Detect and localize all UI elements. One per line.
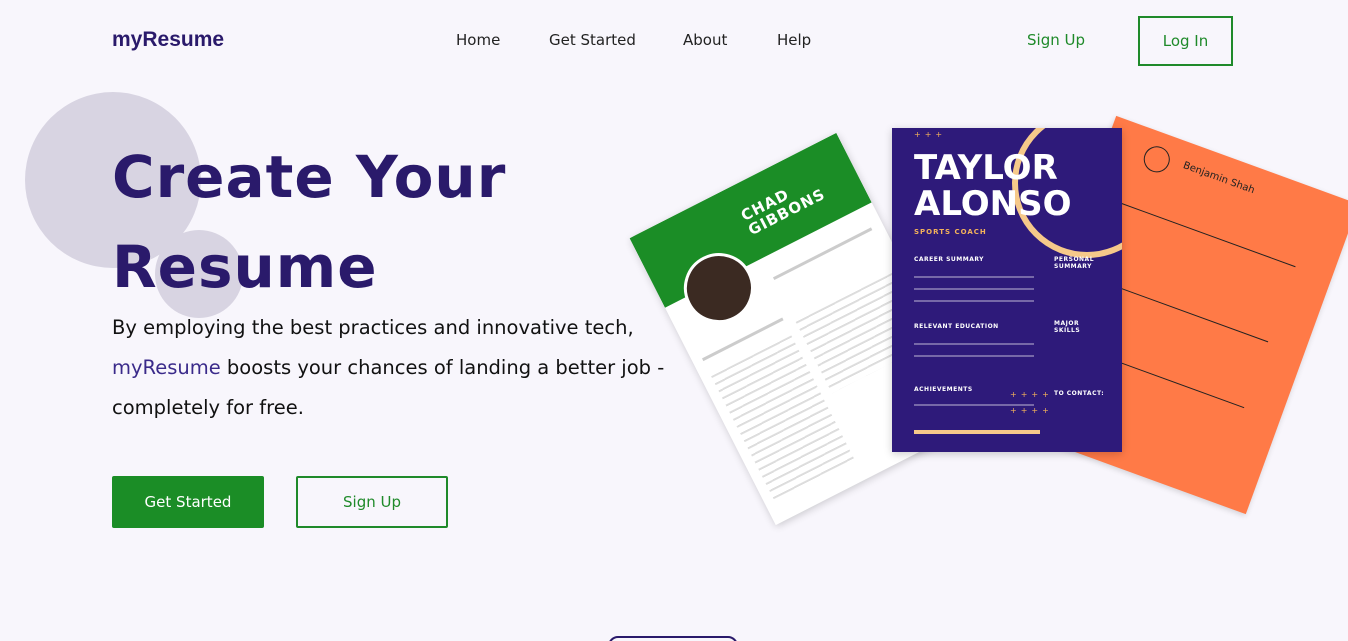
get-started-button[interactable]: Get Started <box>112 476 264 528</box>
dots-decoration: +++ <box>914 130 947 139</box>
divider <box>1116 201 1296 268</box>
purple-name-line1: TAYLOR <box>914 148 1058 188</box>
nav-home-link[interactable]: Home <box>456 31 500 49</box>
hero-desc-before: By employing the best practices and inno… <box>112 316 634 339</box>
top-navigation: myResume Home Get Started About Help Sig… <box>0 0 1348 82</box>
scroll-indicator[interactable] <box>608 636 738 641</box>
sign-up-button[interactable]: Sign Up <box>296 476 448 528</box>
initials-badge <box>1140 142 1174 176</box>
orange-resume-name: Benjamin Shah <box>1181 160 1257 197</box>
section-heading: ACHIEVEMENTS <box>914 386 973 393</box>
dots-decoration: ++++ <box>1010 406 1053 415</box>
section-heading: CAREER SUMMARY <box>914 256 984 263</box>
purple-resume-role: SPORTS COACH <box>914 228 987 236</box>
section-heading: PERSONAL SUMMARY <box>1054 256 1095 270</box>
purple-name-line2: ALONSO <box>914 184 1072 224</box>
nav-about-link[interactable]: About <box>683 31 727 49</box>
resume-preview-purple: TAYLOR ALONSO SPORTS COACH CAREER SUMMAR… <box>892 128 1122 452</box>
section-heading: RELEVANT EDUCATION <box>914 323 999 330</box>
divider <box>914 343 1034 345</box>
divider <box>914 300 1034 302</box>
dots-decoration: ++++ <box>1010 390 1053 399</box>
hero-title: Create Your Resume <box>112 132 672 312</box>
accent-bar <box>914 430 1040 434</box>
purple-resume-name: TAYLOR ALONSO <box>914 150 1072 222</box>
divider <box>914 288 1034 290</box>
divider <box>914 276 1034 278</box>
log-in-button[interactable]: Log In <box>1138 16 1233 66</box>
hero-description: By employing the best practices and inno… <box>112 308 672 428</box>
nav-sign-up-link[interactable]: Sign Up <box>1027 31 1085 49</box>
divider <box>914 355 1034 357</box>
hero-title-line1: Create Your <box>112 143 507 211</box>
section-heading: TO CONTACT: <box>1054 390 1105 397</box>
hero-title-line2: Resume <box>112 233 378 301</box>
nav-get-started-link[interactable]: Get Started <box>549 31 636 49</box>
brand-logo[interactable]: myResume <box>112 28 224 52</box>
hero-desc-brand: myResume <box>112 356 221 379</box>
section-heading: MAJOR SKILLS <box>1054 320 1081 334</box>
nav-help-link[interactable]: Help <box>777 31 811 49</box>
